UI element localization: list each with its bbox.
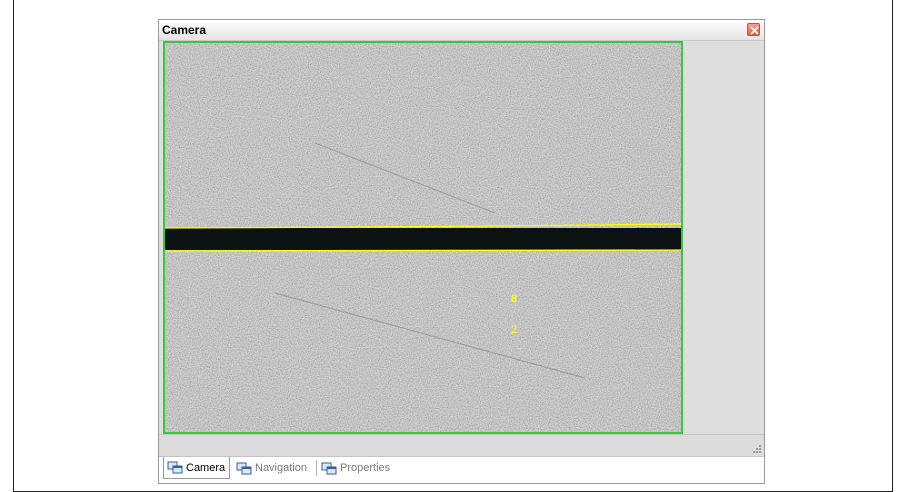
tab-label: Navigation [255,462,307,474]
close-icon [750,26,759,35]
tab-properties[interactable]: Properties [318,457,398,479]
camera-content-area: 8 2 [159,41,764,434]
panel-tab-bar: Camera Navigation Properties [159,457,764,483]
resize-grip-icon[interactable] [752,444,762,454]
tab-camera[interactable]: Camera [163,457,230,479]
camera-image-view[interactable]: 8 2 [163,41,683,434]
groove-line [165,228,681,250]
tab-label: Properties [340,462,391,474]
window-icon [167,461,183,474]
window-icon [236,462,252,474]
marker-label-1: 8 [511,293,517,305]
close-button[interactable] [747,23,760,36]
tab-navigation[interactable]: Navigation [233,457,315,479]
camera-panel: Camera 8 2 Camera Navigation Properties [158,19,765,484]
panel-titlebar[interactable]: Camera [159,20,764,41]
window-icon [321,462,337,474]
camera-image: 8 2 [165,43,681,432]
panel-title: Camera [162,23,207,37]
tab-label: Camera [186,461,226,474]
tab-separator [316,460,317,476]
marker-label-2: 2 [511,324,517,336]
status-bar [159,434,764,457]
